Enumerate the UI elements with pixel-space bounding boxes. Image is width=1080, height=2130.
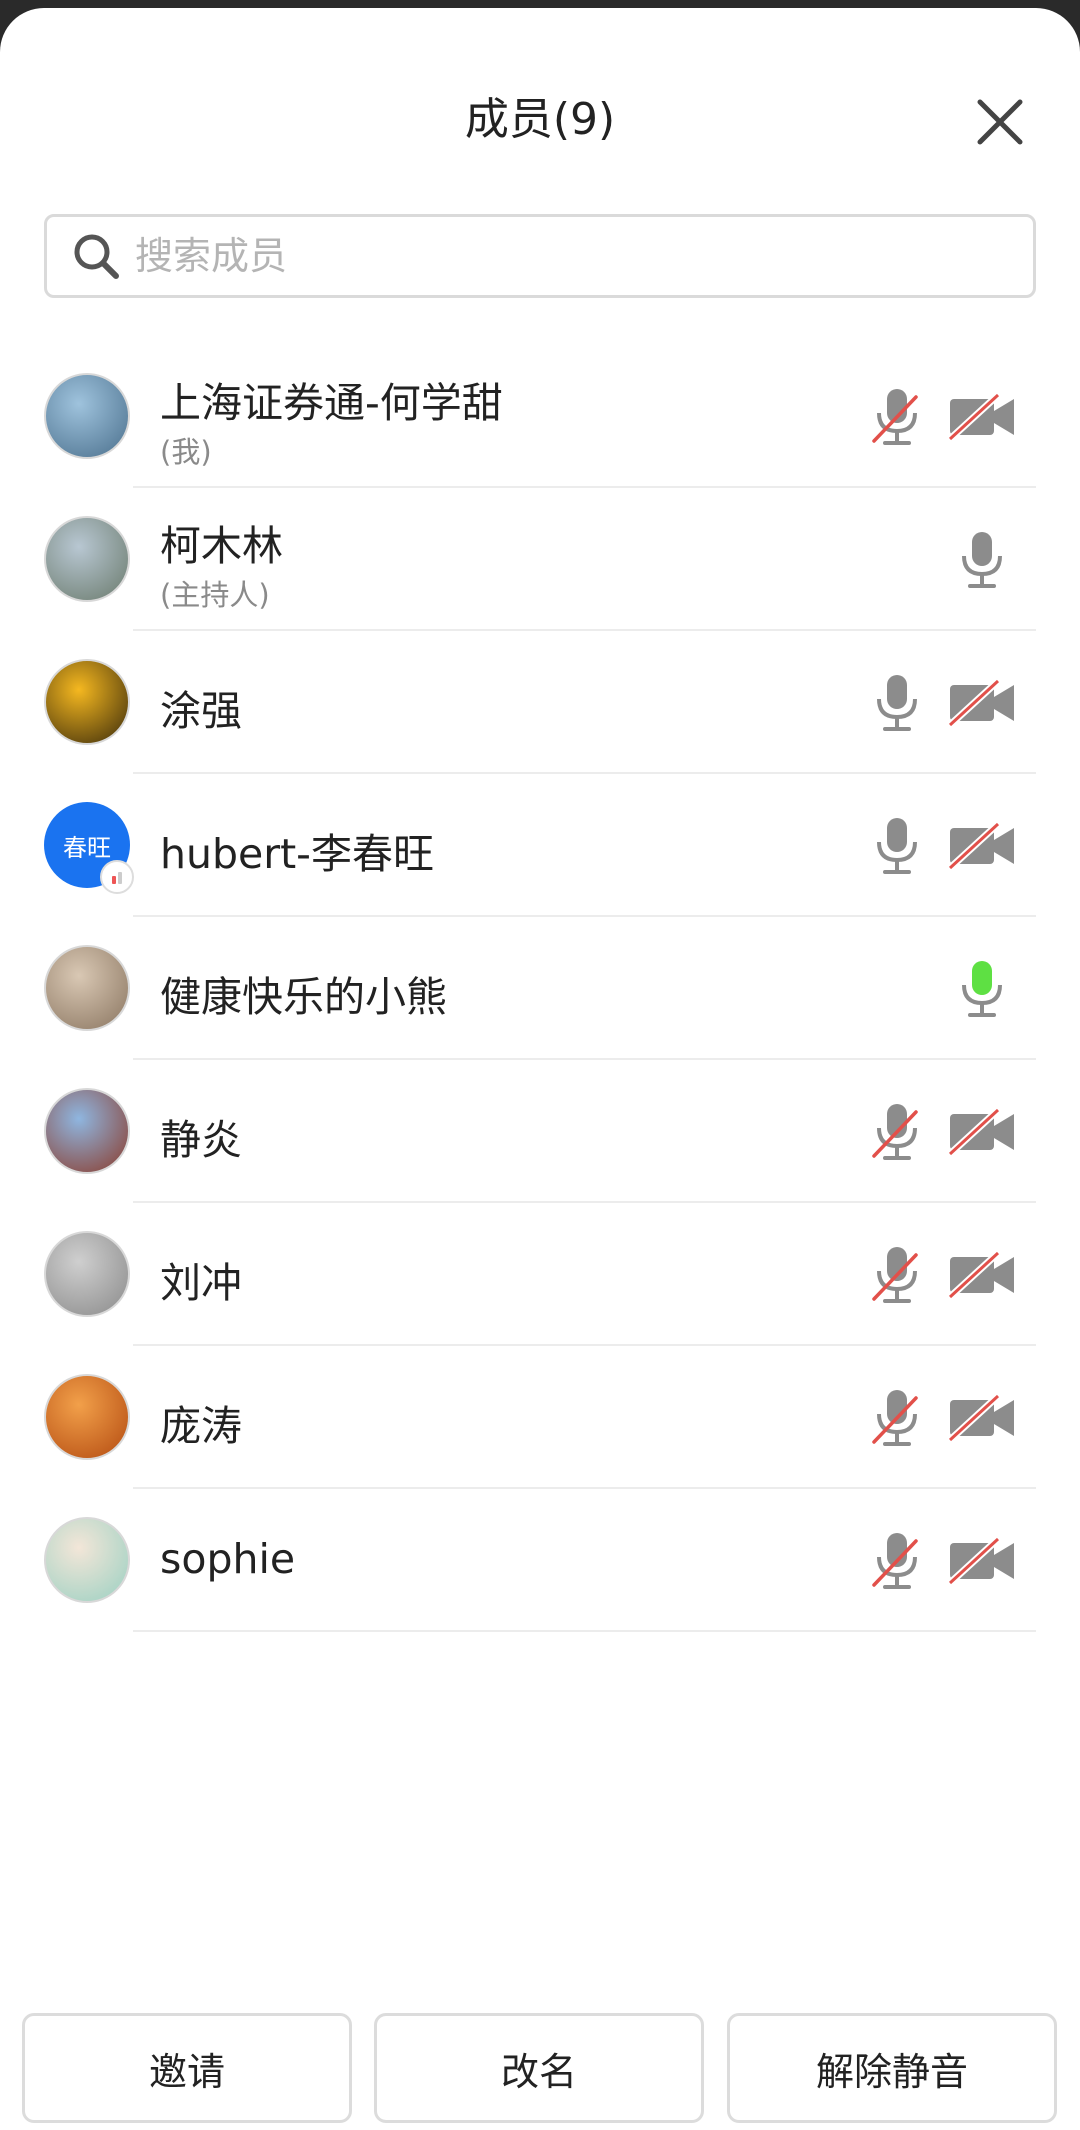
mic-muted-icon[interactable]	[870, 1102, 924, 1162]
close-icon[interactable]	[972, 94, 1028, 150]
member-avatar	[44, 1374, 130, 1460]
search-box[interactable]	[44, 214, 1036, 298]
member-name: 上海证券通-何学甜	[160, 379, 503, 427]
invite-button[interactable]: 邀请	[22, 2013, 352, 2123]
member-name: 柯木林	[160, 522, 283, 570]
search-input[interactable]	[133, 233, 957, 279]
mic-icon[interactable]	[955, 530, 1009, 590]
member-avatar	[44, 1231, 130, 1317]
mic-speaking-icon[interactable]	[955, 959, 1009, 1019]
camera-off-icon[interactable]	[948, 1394, 1016, 1442]
rename-button[interactable]: 改名	[374, 2013, 704, 2123]
member-name: 刘冲	[160, 1259, 242, 1307]
mic-muted-icon[interactable]	[870, 1245, 924, 1305]
member-name: sophie	[160, 1535, 296, 1583]
member-row[interactable]: 春旺 hubert-李春旺	[0, 774, 1080, 917]
mic-muted-icon[interactable]	[870, 1388, 924, 1448]
member-avatar	[44, 1088, 130, 1174]
member-role: (主持人)	[160, 578, 270, 612]
member-row[interactable]: 静炎	[0, 1060, 1080, 1203]
member-row[interactable]: 庞涛	[0, 1346, 1080, 1489]
member-row[interactable]: 涂强	[0, 631, 1080, 774]
mic-muted-icon[interactable]	[870, 387, 924, 447]
member-list: 上海证券通-何学甜 (我) 柯木林 (主持人) 涂强春旺 hubert-李春旺 健康快乐的小…	[0, 345, 1080, 1632]
member-name: 庞涛	[160, 1402, 242, 1450]
camera-off-icon[interactable]	[948, 1537, 1016, 1585]
camera-off-icon[interactable]	[948, 393, 1016, 441]
member-row[interactable]: 健康快乐的小熊	[0, 917, 1080, 1060]
signal-badge-icon	[100, 860, 134, 894]
mic-icon[interactable]	[870, 673, 924, 733]
camera-off-icon[interactable]	[948, 822, 1016, 870]
member-avatar	[44, 373, 130, 459]
member-row[interactable]: sophie	[0, 1489, 1080, 1632]
member-name: 健康快乐的小熊	[160, 973, 447, 1021]
camera-off-icon[interactable]	[948, 1108, 1016, 1156]
member-avatar	[44, 659, 130, 745]
member-avatar	[44, 945, 130, 1031]
unmute-button[interactable]: 解除静音	[727, 2013, 1057, 2123]
mic-muted-icon[interactable]	[870, 1531, 924, 1591]
member-name: hubert-李春旺	[160, 830, 434, 878]
member-avatar	[44, 516, 130, 602]
member-name: 涂强	[160, 687, 242, 735]
member-role: (我)	[160, 435, 212, 469]
members-panel: 成员(9) 上海证券通-何学甜 (我) 柯木林 (主持人) 涂强春旺 hubert-李春旺…	[0, 8, 1080, 2130]
search-icon	[74, 234, 119, 279]
member-row[interactable]: 上海证券通-何学甜 (我)	[0, 345, 1080, 488]
member-avatar	[44, 1517, 130, 1603]
camera-off-icon[interactable]	[948, 1251, 1016, 1299]
row-divider	[133, 1630, 1036, 1632]
panel-title: 成员(9)	[464, 94, 616, 145]
mic-icon[interactable]	[870, 816, 924, 876]
action-bar: 邀请 改名 解除静音	[0, 2013, 1080, 2123]
member-row[interactable]: 柯木林 (主持人)	[0, 488, 1080, 631]
avatar-initials: 春旺	[63, 833, 111, 862]
member-row[interactable]: 刘冲	[0, 1203, 1080, 1346]
member-name: 静炎	[160, 1116, 242, 1164]
camera-off-icon[interactable]	[948, 679, 1016, 727]
